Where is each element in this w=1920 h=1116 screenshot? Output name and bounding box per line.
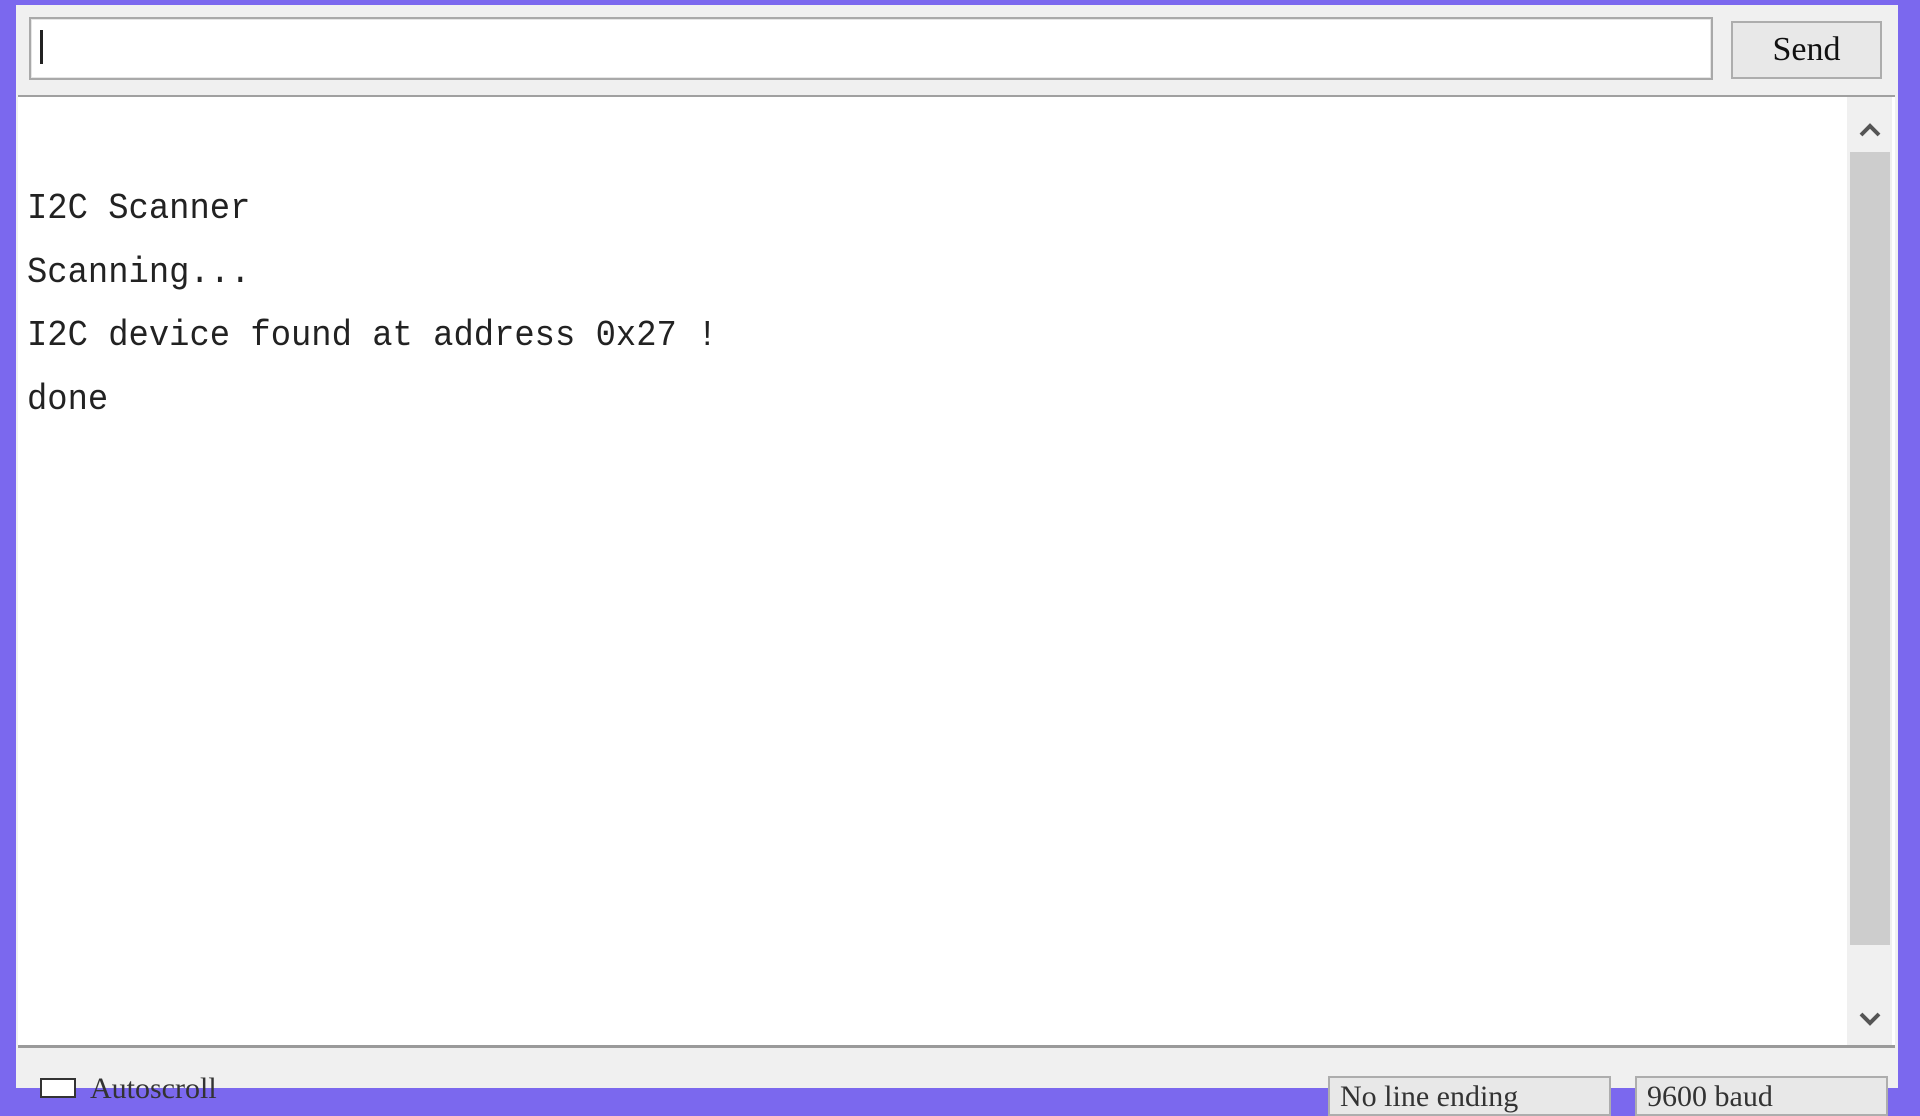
chevron-down-icon — [1859, 1012, 1880, 1026]
scroll-down-button[interactable] — [1847, 996, 1892, 1041]
baud-rate-dropdown[interactable]: 9600 baud — [1635, 1076, 1888, 1116]
text-caret — [40, 30, 43, 64]
serial-monitor-window: Send I2C Scanner Scanning... I2C device … — [16, 5, 1898, 1116]
send-button[interactable]: Send — [1731, 21, 1882, 79]
autoscroll-checkbox[interactable] — [40, 1078, 76, 1098]
scrollbar-thumb[interactable] — [1850, 152, 1890, 945]
serial-output-area: I2C Scanner Scanning... I2C device found… — [18, 95, 1895, 1048]
output-line: I2C device found at address 0x27 ! — [27, 315, 718, 357]
output-line: I2C Scanner — [27, 188, 251, 229]
output-line: Scanning... — [27, 251, 251, 293]
output-line: done — [27, 379, 109, 421]
scroll-up-button[interactable] — [1847, 107, 1892, 152]
line-ending-dropdown[interactable]: No line ending — [1328, 1076, 1611, 1116]
output-lines: I2C Scanner Scanning... I2C device found… — [27, 177, 762, 432]
chevron-up-icon — [1859, 122, 1880, 136]
vertical-scrollbar[interactable] — [1847, 97, 1892, 1045]
bottom-toolbar: Autoscroll No line ending 9600 baud — [16, 1048, 1898, 1116]
serial-input-field[interactable] — [29, 17, 1713, 80]
autoscroll-label: Autoscroll — [90, 1072, 217, 1105]
